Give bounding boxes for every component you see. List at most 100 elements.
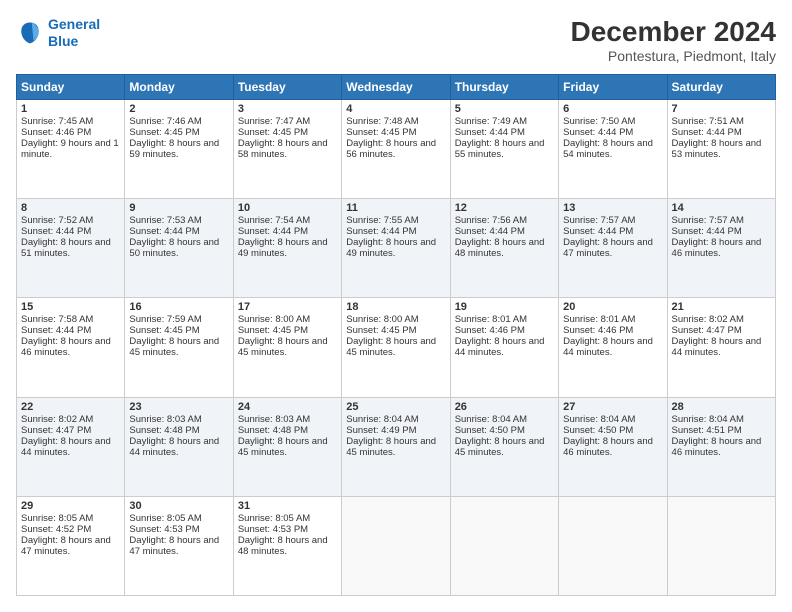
sunrise-text: Sunrise: 7:45 AM xyxy=(21,116,120,127)
daylight-text: Daylight: 8 hours and 44 minutes. xyxy=(21,436,120,458)
daylight-text: Daylight: 8 hours and 46 minutes. xyxy=(672,436,771,458)
day-number: 18 xyxy=(346,301,445,313)
sunrise-text: Sunrise: 8:02 AM xyxy=(672,314,771,325)
sunrise-text: Sunrise: 8:03 AM xyxy=(238,414,337,425)
daylight-text: Daylight: 8 hours and 47 minutes. xyxy=(563,237,662,259)
calendar-cell: 31Sunrise: 8:05 AMSunset: 4:53 PMDayligh… xyxy=(233,496,341,595)
daylight-text: Daylight: 8 hours and 49 minutes. xyxy=(346,237,445,259)
day-number: 20 xyxy=(563,301,662,313)
day-number: 25 xyxy=(346,401,445,413)
calendar-cell: 14Sunrise: 7:57 AMSunset: 4:44 PMDayligh… xyxy=(667,199,775,298)
calendar-cell: 2Sunrise: 7:46 AMSunset: 4:45 PMDaylight… xyxy=(125,100,233,199)
daylight-text: Daylight: 8 hours and 45 minutes. xyxy=(455,436,554,458)
sunrise-text: Sunrise: 8:05 AM xyxy=(238,513,337,524)
daylight-text: Daylight: 8 hours and 47 minutes. xyxy=(129,535,228,557)
calendar-cell: 16Sunrise: 7:59 AMSunset: 4:45 PMDayligh… xyxy=(125,298,233,397)
day-number: 24 xyxy=(238,401,337,413)
column-header-tuesday: Tuesday xyxy=(233,75,341,100)
sunrise-text: Sunrise: 8:00 AM xyxy=(238,314,337,325)
day-number: 9 xyxy=(129,202,228,214)
sunset-text: Sunset: 4:47 PM xyxy=(672,325,771,336)
daylight-text: Daylight: 8 hours and 55 minutes. xyxy=(455,138,554,160)
calendar-cell: 3Sunrise: 7:47 AMSunset: 4:45 PMDaylight… xyxy=(233,100,341,199)
calendar-cell: 18Sunrise: 8:00 AMSunset: 4:45 PMDayligh… xyxy=(342,298,450,397)
calendar-cell: 7Sunrise: 7:51 AMSunset: 4:44 PMDaylight… xyxy=(667,100,775,199)
calendar-cell: 21Sunrise: 8:02 AMSunset: 4:47 PMDayligh… xyxy=(667,298,775,397)
calendar-cell: 27Sunrise: 8:04 AMSunset: 4:50 PMDayligh… xyxy=(559,397,667,496)
calendar-cell: 29Sunrise: 8:05 AMSunset: 4:52 PMDayligh… xyxy=(17,496,125,595)
column-header-friday: Friday xyxy=(559,75,667,100)
sunrise-text: Sunrise: 7:55 AM xyxy=(346,215,445,226)
sunset-text: Sunset: 4:44 PM xyxy=(21,325,120,336)
day-number: 2 xyxy=(129,103,228,115)
sunrise-text: Sunrise: 7:46 AM xyxy=(129,116,228,127)
sunset-text: Sunset: 4:46 PM xyxy=(21,127,120,138)
day-number: 12 xyxy=(455,202,554,214)
daylight-text: Daylight: 8 hours and 49 minutes. xyxy=(238,237,337,259)
sunset-text: Sunset: 4:44 PM xyxy=(129,226,228,237)
sunset-text: Sunset: 4:52 PM xyxy=(21,524,120,535)
subtitle: Pontestura, Piedmont, Italy xyxy=(571,48,776,64)
sunset-text: Sunset: 4:47 PM xyxy=(21,425,120,436)
calendar-cell: 20Sunrise: 8:01 AMSunset: 4:46 PMDayligh… xyxy=(559,298,667,397)
logo-icon xyxy=(16,19,44,47)
calendar-cell: 5Sunrise: 7:49 AMSunset: 4:44 PMDaylight… xyxy=(450,100,558,199)
logo-text: General Blue xyxy=(48,16,100,50)
calendar-cell: 22Sunrise: 8:02 AMSunset: 4:47 PMDayligh… xyxy=(17,397,125,496)
column-header-monday: Monday xyxy=(125,75,233,100)
sunset-text: Sunset: 4:53 PM xyxy=(129,524,228,535)
sunset-text: Sunset: 4:44 PM xyxy=(238,226,337,237)
week-row-3: 15Sunrise: 7:58 AMSunset: 4:44 PMDayligh… xyxy=(17,298,776,397)
day-number: 17 xyxy=(238,301,337,313)
calendar-cell: 25Sunrise: 8:04 AMSunset: 4:49 PMDayligh… xyxy=(342,397,450,496)
day-number: 23 xyxy=(129,401,228,413)
calendar-cell: 28Sunrise: 8:04 AMSunset: 4:51 PMDayligh… xyxy=(667,397,775,496)
sunset-text: Sunset: 4:48 PM xyxy=(238,425,337,436)
day-number: 15 xyxy=(21,301,120,313)
daylight-text: Daylight: 8 hours and 44 minutes. xyxy=(672,336,771,358)
sunrise-text: Sunrise: 8:01 AM xyxy=(455,314,554,325)
calendar-cell: 23Sunrise: 8:03 AMSunset: 4:48 PMDayligh… xyxy=(125,397,233,496)
sunrise-text: Sunrise: 7:59 AM xyxy=(129,314,228,325)
logo-line1: General xyxy=(48,16,100,32)
daylight-text: Daylight: 8 hours and 58 minutes. xyxy=(238,138,337,160)
column-header-wednesday: Wednesday xyxy=(342,75,450,100)
sunrise-text: Sunrise: 7:50 AM xyxy=(563,116,662,127)
sunrise-text: Sunrise: 7:54 AM xyxy=(238,215,337,226)
sunrise-text: Sunrise: 8:04 AM xyxy=(672,414,771,425)
daylight-text: Daylight: 8 hours and 46 minutes. xyxy=(672,237,771,259)
calendar-cell: 10Sunrise: 7:54 AMSunset: 4:44 PMDayligh… xyxy=(233,199,341,298)
calendar-cell xyxy=(342,496,450,595)
day-number: 1 xyxy=(21,103,120,115)
sunrise-text: Sunrise: 8:05 AM xyxy=(21,513,120,524)
sunset-text: Sunset: 4:45 PM xyxy=(129,127,228,138)
daylight-text: Daylight: 8 hours and 44 minutes. xyxy=(129,436,228,458)
calendar-cell: 15Sunrise: 7:58 AMSunset: 4:44 PMDayligh… xyxy=(17,298,125,397)
logo: General Blue xyxy=(16,16,100,50)
day-number: 3 xyxy=(238,103,337,115)
sunset-text: Sunset: 4:45 PM xyxy=(129,325,228,336)
day-number: 19 xyxy=(455,301,554,313)
sunrise-text: Sunrise: 8:05 AM xyxy=(129,513,228,524)
sunset-text: Sunset: 4:44 PM xyxy=(455,226,554,237)
calendar-cell xyxy=(667,496,775,595)
column-header-saturday: Saturday xyxy=(667,75,775,100)
daylight-text: Daylight: 8 hours and 48 minutes. xyxy=(455,237,554,259)
column-header-sunday: Sunday xyxy=(17,75,125,100)
sunset-text: Sunset: 4:45 PM xyxy=(238,127,337,138)
sunrise-text: Sunrise: 8:02 AM xyxy=(21,414,120,425)
day-number: 26 xyxy=(455,401,554,413)
daylight-text: Daylight: 8 hours and 45 minutes. xyxy=(238,336,337,358)
sunrise-text: Sunrise: 8:04 AM xyxy=(346,414,445,425)
daylight-text: Daylight: 8 hours and 45 minutes. xyxy=(129,336,228,358)
sunset-text: Sunset: 4:51 PM xyxy=(672,425,771,436)
sunrise-text: Sunrise: 8:03 AM xyxy=(129,414,228,425)
sunrise-text: Sunrise: 8:04 AM xyxy=(455,414,554,425)
day-number: 22 xyxy=(21,401,120,413)
column-header-thursday: Thursday xyxy=(450,75,558,100)
calendar-cell: 12Sunrise: 7:56 AMSunset: 4:44 PMDayligh… xyxy=(450,199,558,298)
calendar-table: SundayMondayTuesdayWednesdayThursdayFrid… xyxy=(16,74,776,596)
daylight-text: Daylight: 8 hours and 46 minutes. xyxy=(21,336,120,358)
sunset-text: Sunset: 4:44 PM xyxy=(455,127,554,138)
calendar-cell: 4Sunrise: 7:48 AMSunset: 4:45 PMDaylight… xyxy=(342,100,450,199)
